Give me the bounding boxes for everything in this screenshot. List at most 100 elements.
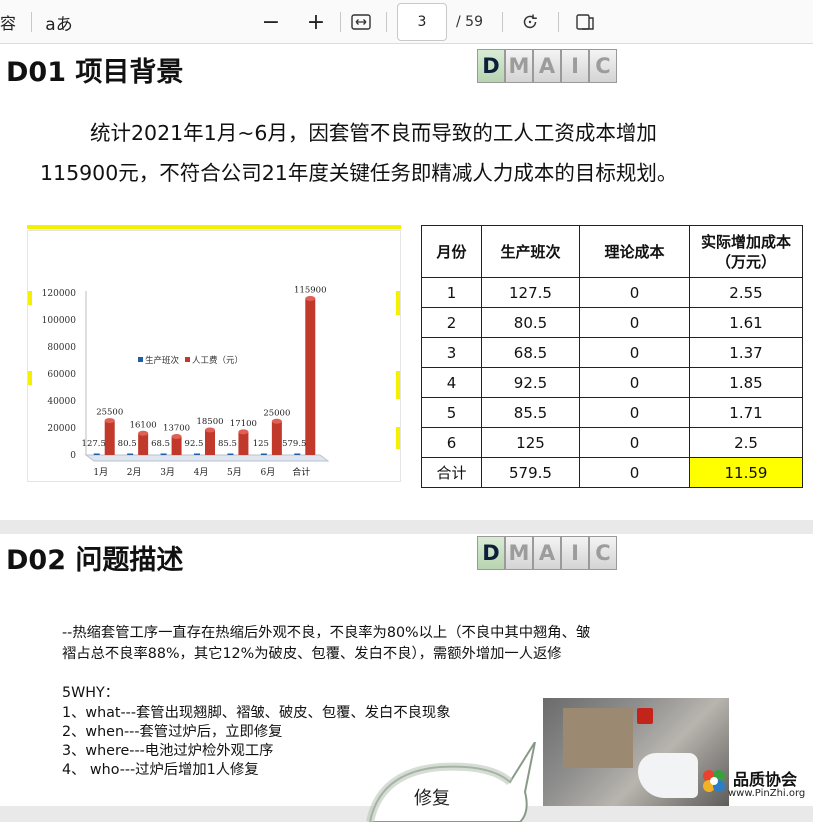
x-tick-label: 合计 xyxy=(292,466,310,478)
chart-floor xyxy=(84,454,330,462)
toolbar-divider xyxy=(340,12,341,32)
bar-labor-cost xyxy=(238,431,249,455)
data-label-labor-cost: 13700 xyxy=(163,424,190,434)
pinzhi-logo-icon xyxy=(703,770,725,792)
data-label-labor-cost: 17100 xyxy=(230,419,257,429)
table-cell: 4 xyxy=(421,367,482,398)
why-title: 5WHY： xyxy=(62,685,120,701)
table-cell: 3 xyxy=(421,337,482,368)
bar-labor-cost-top xyxy=(238,429,249,435)
problem-line-1: --热缩套管工序一直存在热缩后外观不良，不良率为80%以上（不良中其中翘角、皱 xyxy=(62,625,591,641)
slide-page-2: D02 问题描述 D M A I C --热缩套管工序一直存在热缩后外观不良，不… xyxy=(0,534,813,822)
cost-table: 月份 生产班次 理论成本 实际增加成本（万元） 1 127.5 0 2.55 2 80.5… xyxy=(421,225,803,488)
table-row: 2 80.5 0 1.61 xyxy=(421,307,803,338)
table-row: 5 85.5 0 1.71 xyxy=(421,397,803,428)
table-cell: 127.5 xyxy=(481,277,580,308)
page-number-input[interactable]: 3 xyxy=(397,3,447,41)
bar-labor-cost-top xyxy=(138,430,149,436)
table-cell: 1.85 xyxy=(689,367,803,398)
table-cell: 0 xyxy=(579,367,690,398)
legend-label-shifts: 生产班次 xyxy=(145,355,180,366)
bar-labor-cost xyxy=(104,420,115,455)
problem-line-2: 褶占总不良率88%，其它12%为破皮、包覆、发白不良），需额外增加一人返修 xyxy=(62,646,562,662)
zoom-in-button[interactable]: + xyxy=(303,0,329,44)
bar-labor-cost-top xyxy=(305,296,316,302)
callout-text: 修复 xyxy=(414,788,450,809)
table-row: 4 92.5 0 1.85 xyxy=(421,367,803,398)
y-tick-label: 100000 xyxy=(42,316,77,326)
x-tick-label: 5月 xyxy=(227,467,242,478)
table-cell: 85.5 xyxy=(481,397,580,428)
side-marker xyxy=(396,291,400,315)
x-tick-label: 3月 xyxy=(160,467,175,478)
data-label-shifts: 127.5 xyxy=(82,439,106,449)
table-cell: 1.71 xyxy=(689,397,803,428)
intro-line-1: 统计2021年1月~6月，因套管不良而导致的工人工资成本增加 xyxy=(90,121,657,145)
rotate-button[interactable] xyxy=(518,0,542,44)
header-month: 月份 xyxy=(421,225,482,278)
table-cell: 11.59 xyxy=(689,457,803,488)
dmaic-step-c: C xyxy=(589,536,617,570)
side-marker xyxy=(28,371,32,385)
x-tick-label: 2月 xyxy=(127,467,142,478)
read-aloud-button[interactable]: aあ xyxy=(44,0,74,44)
table-cell: 1.61 xyxy=(689,307,803,338)
table-cell: 0 xyxy=(579,397,690,428)
table-row: 3 68.5 0 1.37 xyxy=(421,337,803,368)
data-label-shifts: 125 xyxy=(253,439,269,449)
dmaic-step-a: A xyxy=(533,536,561,570)
logo-url: www.PinZhi.org xyxy=(728,788,806,799)
table-row: 6 125 0 2.5 xyxy=(421,427,803,458)
why-item: 3、where---电池过炉检外观工序 xyxy=(62,743,274,759)
table-cell: 0 xyxy=(579,457,690,488)
side-marker xyxy=(28,291,32,305)
zoom-out-button[interactable]: − xyxy=(258,0,284,44)
dmaic-step-c: C xyxy=(589,49,617,83)
why-item: 2、when---套管过炉后，立即修复 xyxy=(62,724,283,740)
bar-labor-cost xyxy=(138,433,149,455)
bar-labor-cost-top xyxy=(104,418,115,424)
bar-labor-cost xyxy=(171,436,182,455)
table-cell: 0 xyxy=(579,427,690,458)
bar-labor-cost-top xyxy=(205,427,215,433)
legend-swatch-shifts xyxy=(138,357,143,362)
x-tick-label: 4月 xyxy=(194,467,209,478)
data-label-labor-cost: 25500 xyxy=(96,408,123,418)
chart-frame: 0 20000 40000 60000 80000 100000 120000 127.5 25… xyxy=(27,230,401,482)
slide-page-1: D01 项目背景 D M A I C 统计2021年1月~6月，因套管不良而导致… xyxy=(0,44,813,520)
slide-title: D01 项目背景 xyxy=(6,57,184,88)
dmaic-step-m: M xyxy=(505,49,533,83)
header-theory-cost: 理论成本 xyxy=(579,225,690,278)
data-label-shifts: 80.5 xyxy=(118,439,137,449)
data-label-labor-cost: 25000 xyxy=(263,408,290,418)
toolbar-text-fragment[interactable]: 容 xyxy=(0,0,16,44)
x-tick-label: 1月 xyxy=(93,467,108,478)
table-cell: 125 xyxy=(481,427,580,458)
dmaic-step-d: D xyxy=(477,536,505,570)
dmaic-indicator: D M A I C xyxy=(477,49,617,83)
data-label-shifts: 85.5 xyxy=(218,439,237,449)
rotate-icon xyxy=(523,14,537,29)
zoom-out-icon: − xyxy=(261,9,281,35)
dmaic-step-d: D xyxy=(477,49,505,83)
photo-element xyxy=(638,753,698,798)
dmaic-step-a: A xyxy=(533,49,561,83)
toolbar-divider xyxy=(502,12,503,32)
table-row: 合计 579.5 0 11.59 xyxy=(421,457,803,488)
bar-shifts xyxy=(194,453,200,455)
table-cell: 1 xyxy=(421,277,482,308)
table-cell: 92.5 xyxy=(481,367,580,398)
table-cell: 0 xyxy=(579,277,690,308)
page-view-button[interactable] xyxy=(572,0,598,44)
data-label-labor-cost: 18500 xyxy=(196,417,223,427)
table-cell: 6 xyxy=(421,427,482,458)
bar-shifts xyxy=(294,453,301,455)
y-tick-label: 60000 xyxy=(47,370,76,380)
data-label-labor-cost: 16100 xyxy=(130,420,157,430)
table-cell: 2 xyxy=(421,307,482,338)
cost-chart: 0 20000 40000 60000 80000 100000 120000 127.5 25… xyxy=(28,286,400,478)
header-shifts: 生产班次 xyxy=(481,225,580,278)
bar-labor-cost xyxy=(205,430,215,455)
fit-width-button[interactable] xyxy=(349,0,373,44)
logo-title: 品质协会 xyxy=(733,770,798,789)
